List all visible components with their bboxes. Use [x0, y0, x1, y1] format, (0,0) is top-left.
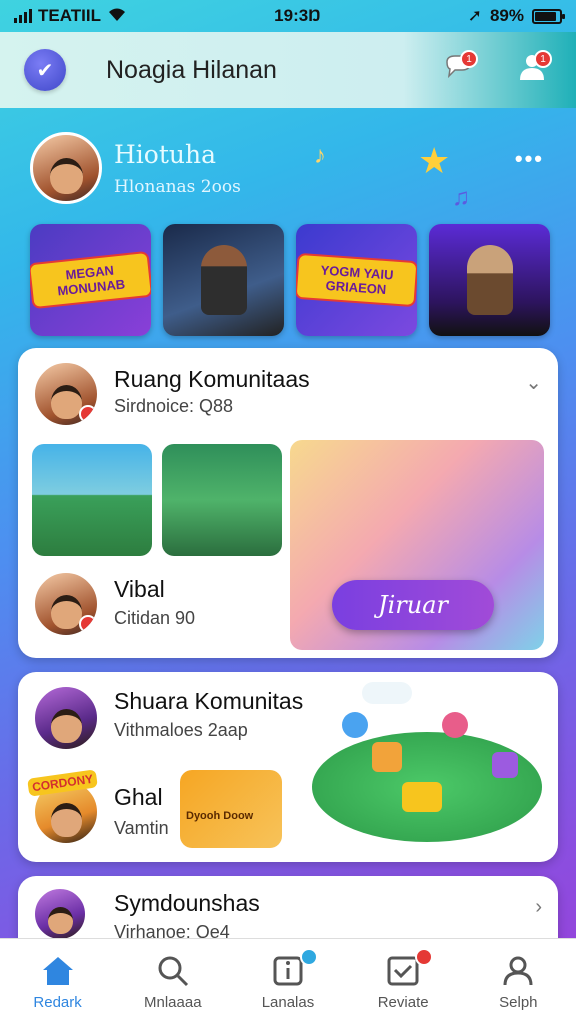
bottom-nav: Redark Mnlaaaa Lanalas Reviate Selph	[0, 938, 576, 1024]
star-icon: ★	[418, 140, 451, 181]
signal-icon	[14, 9, 32, 23]
profile-badge: 1	[534, 50, 552, 68]
community-card[interactable]: Shuara Komunitas Vithmaloes 2aap CORDONY…	[18, 672, 558, 862]
music-note-icon: ♪	[314, 142, 326, 169]
clock: 19:3Ŋ	[274, 6, 321, 25]
home-icon	[41, 952, 75, 990]
battery-icon	[532, 8, 565, 24]
card-title: Ruang Komunitaas	[114, 366, 310, 392]
nav-label: Lanalas	[261, 994, 315, 1011]
avatar[interactable]	[32, 570, 100, 638]
thumbnail[interactable]: MEGAN MONUNAB	[30, 224, 151, 336]
member-subtitle: Citidan 90	[114, 608, 196, 628]
community-card[interactable]: Ruang Komunitaas Sirdnoice: Q88 ⌄ Vibal …	[18, 348, 558, 658]
nav-label: Mnlaaaa	[144, 994, 202, 1011]
hero-image[interactable]: Jiruar	[290, 440, 544, 650]
play-illustration	[302, 682, 552, 852]
nav-item-profile[interactable]: Selph	[468, 952, 568, 1011]
status-bar: TEATIIL 19:3Ŋ ➚ 89%	[0, 0, 576, 32]
nav-label: Redark	[33, 994, 82, 1011]
check-shield-icon[interactable]: ✔	[24, 49, 66, 91]
search-icon	[157, 952, 189, 990]
location-icon: ➚	[467, 6, 482, 25]
nav-item-home[interactable]: Redark	[8, 952, 108, 1011]
nav-item-search[interactable]: Mnlaaaa	[123, 952, 223, 1011]
profile-button[interactable]: 1	[512, 50, 552, 90]
avatar[interactable]	[32, 886, 88, 942]
poster-text: Dyooh Doow	[186, 810, 254, 822]
user-icon	[502, 952, 534, 990]
poster-image[interactable]: Dyooh Doow	[180, 770, 282, 848]
app-title: Noagia Hilanan	[106, 55, 277, 84]
activity-image[interactable]	[162, 444, 282, 556]
avatar[interactable]	[32, 360, 100, 428]
thumbnail-strip: MEGAN MONUNAB YOGM YAIU GRIAEON	[30, 224, 550, 336]
profile-section: Hiotuha Hlonanas 2oos	[30, 132, 241, 204]
chevron-down-icon[interactable]: ⌄	[525, 370, 542, 395]
nav-item-reviate[interactable]: Reviate	[353, 948, 453, 1011]
thumbnail[interactable]	[163, 224, 284, 336]
wifi-icon	[107, 6, 127, 27]
member-subtitle: Vamtin	[114, 818, 169, 838]
avatar[interactable]	[32, 684, 100, 752]
nav-label: Selph	[499, 994, 538, 1011]
thumbnail[interactable]: YOGM YAIU GRIAEON	[296, 224, 417, 336]
card-subtitle: Vithmaloes 2aap	[114, 720, 248, 740]
concert-image	[466, 245, 513, 315]
notifications-button[interactable]: 1	[438, 50, 478, 90]
profile-name: Hiotuha	[114, 139, 217, 169]
chevron-right-icon[interactable]: ›	[535, 896, 542, 919]
more-options-button[interactable]: •••	[515, 146, 544, 172]
notification-badge: 1	[460, 50, 478, 68]
join-button[interactable]: Jiruar	[332, 580, 494, 630]
member-name: Ghal	[114, 784, 163, 810]
thumbnail-poster-text: MEGAN MONUNAB	[30, 250, 151, 310]
activity-image[interactable]	[32, 444, 152, 556]
card-subtitle: Sirdnoice: Q88	[114, 396, 234, 416]
nav-badge	[299, 948, 318, 966]
member-name: Vibal	[114, 576, 165, 602]
app-header: ✔ Noagia Hilanan 1 1	[0, 32, 576, 108]
nav-badge	[415, 948, 434, 966]
nav-label: Reviate	[377, 994, 429, 1011]
music-note-icon: ♫	[452, 184, 470, 211]
guitar-player-image	[200, 245, 247, 315]
battery-percent: 89%	[489, 6, 524, 25]
thumbnail[interactable]	[429, 224, 550, 336]
thumbnail-poster-text: YOGM YAIU GRIAEON	[296, 252, 417, 308]
profile-avatar[interactable]	[30, 132, 102, 204]
profile-subtitle: Hlonanas 2oos	[114, 176, 241, 197]
card-title: Symdounshas	[114, 890, 260, 916]
card-title: Shuara Komunitas	[114, 688, 304, 714]
nav-item-info[interactable]: Lanalas	[238, 948, 338, 1011]
carrier-label: TEATIIL	[38, 6, 101, 25]
